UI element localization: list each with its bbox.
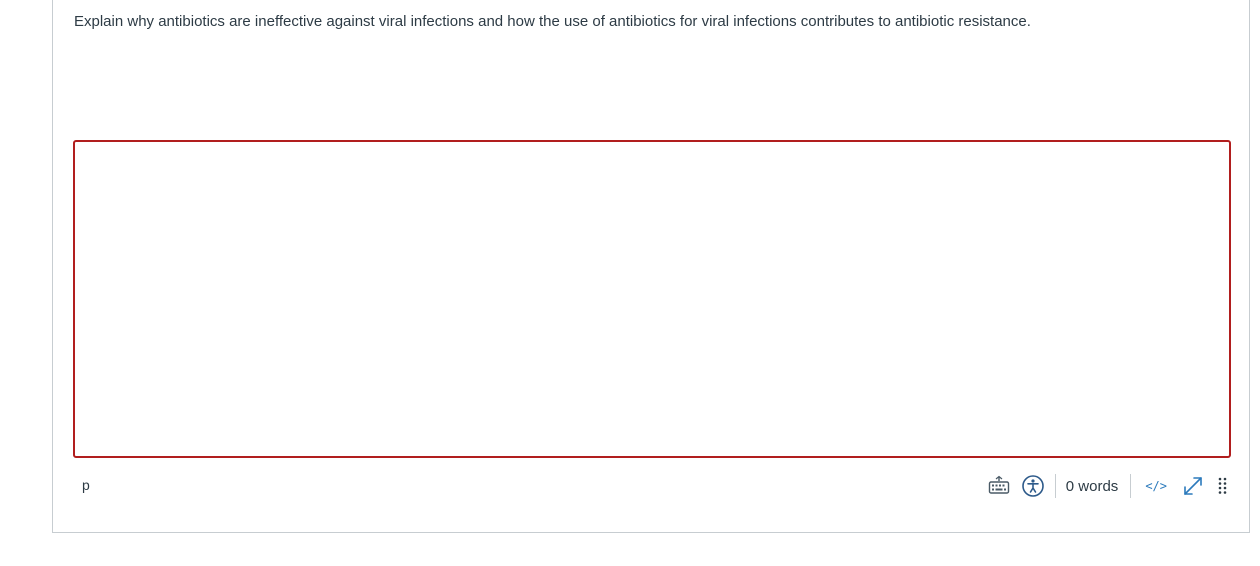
question-prompt: Explain why antibiotics are ineffective … [74, 13, 1031, 30]
element-path-button[interactable]: p [82, 477, 90, 493]
toolbar-divider [1130, 474, 1132, 498]
keyboard-icon[interactable] [987, 474, 1011, 498]
essay-answer-editor[interactable] [73, 140, 1231, 458]
toolbar-divider [1054, 474, 1056, 498]
question-panel: Explain why antibiotics are ineffective … [52, 0, 1250, 533]
word-count: 0 words [1065, 477, 1119, 495]
html-editor-toggle[interactable]: </> [1145, 479, 1167, 493]
status-bar-tools: 0 words </> [987, 469, 1231, 503]
editor-status-bar: p 0 words </> [73, 469, 1231, 503]
accessibility-icon[interactable] [1021, 474, 1045, 498]
drag-handle-icon[interactable] [1217, 474, 1229, 498]
expand-icon[interactable] [1181, 474, 1205, 498]
